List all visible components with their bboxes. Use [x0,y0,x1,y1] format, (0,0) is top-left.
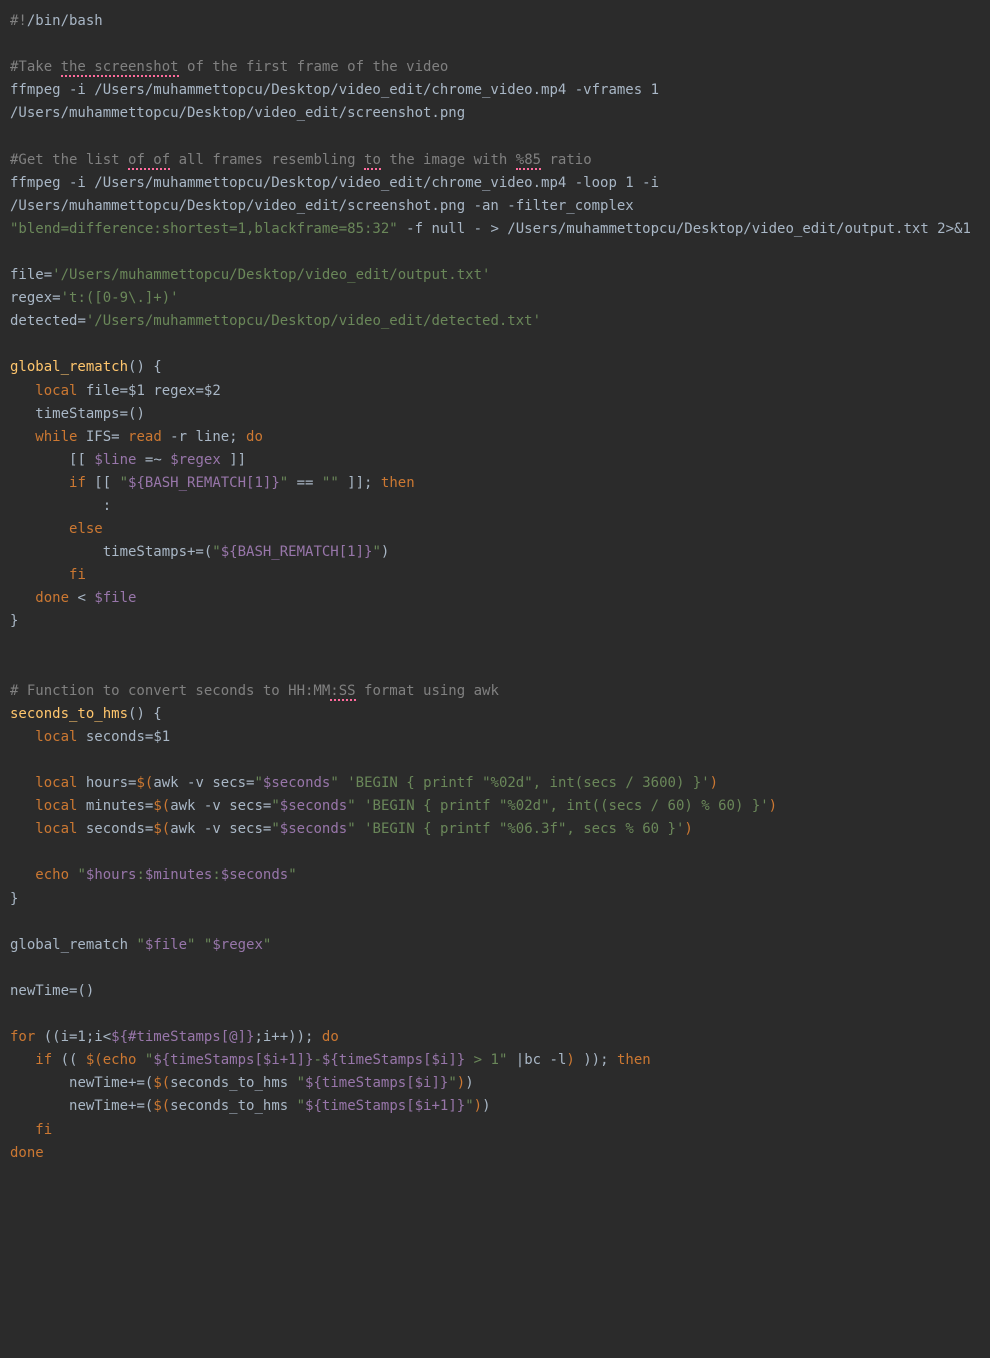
code-line: timeStamps=() [10,406,145,422]
code-line: } [10,613,18,629]
code-line: file='/Users/muhammettopcu/Desktop/video… [10,267,490,283]
code-line: ffmpeg -i /Users/muhammettopcu/Desktop/v… [10,82,667,121]
code-line: [[ $line =~ $regex ]] [10,452,246,468]
code-line: #Take the screenshot of the first frame … [10,59,448,77]
code-line: #!/bin/bash [10,13,103,29]
code-line: done < $file [10,590,136,606]
code-line: done [10,1145,44,1161]
code-line: fi [10,567,86,583]
code-line: newTime+=($(seconds_to_hms "${timeStamps… [10,1075,474,1091]
code-line: timeStamps+=("${BASH_REMATCH[1]}") [10,544,389,560]
code-line: newTime=() [10,983,94,999]
code-line: for ((i=1;i<${#timeStamps[@]};i++)); do [10,1029,339,1045]
code-line: global_rematch() { [10,359,162,375]
code-line: #Get the list of of all frames resemblin… [10,152,592,170]
code-line: newTime+=($(seconds_to_hms "${timeStamps… [10,1098,491,1114]
code-line: fi [10,1122,52,1138]
code-line: } [10,891,18,907]
code-line: local file=$1 regex=$2 [10,383,221,399]
code-line: seconds_to_hms() { [10,706,162,722]
code-editor[interactable]: #!/bin/bash #Take the screenshot of the … [10,10,980,1165]
code-line: detected='/Users/muhammettopcu/Desktop/v… [10,313,541,329]
code-line: # Function to convert seconds to HH:MM:S… [10,683,499,701]
code-line: if (( $(echo "${timeStamps[$i+1]}-${time… [10,1052,651,1068]
code-line: ffmpeg -i /Users/muhammettopcu/Desktop/v… [10,175,971,237]
code-line: if [[ "${BASH_REMATCH[1]}" == "" ]]; the… [10,475,415,491]
code-line: else [10,521,103,537]
code-line: local seconds=$(awk -v secs="$seconds" '… [10,821,693,837]
code-line: while IFS= read -r line; do [10,429,263,445]
code-line: echo "$hours:$minutes:$seconds" [10,867,297,883]
code-line: : [10,498,111,514]
code-line: regex='t:([0-9\.]+)' [10,290,179,306]
code-line: local minutes=$(awk -v secs="$seconds" '… [10,798,777,814]
code-line: local hours=$(awk -v secs="$seconds" 'BE… [10,775,718,791]
code-line: global_rematch "$file" "$regex" [10,937,271,953]
code-line: local seconds=$1 [10,729,170,745]
